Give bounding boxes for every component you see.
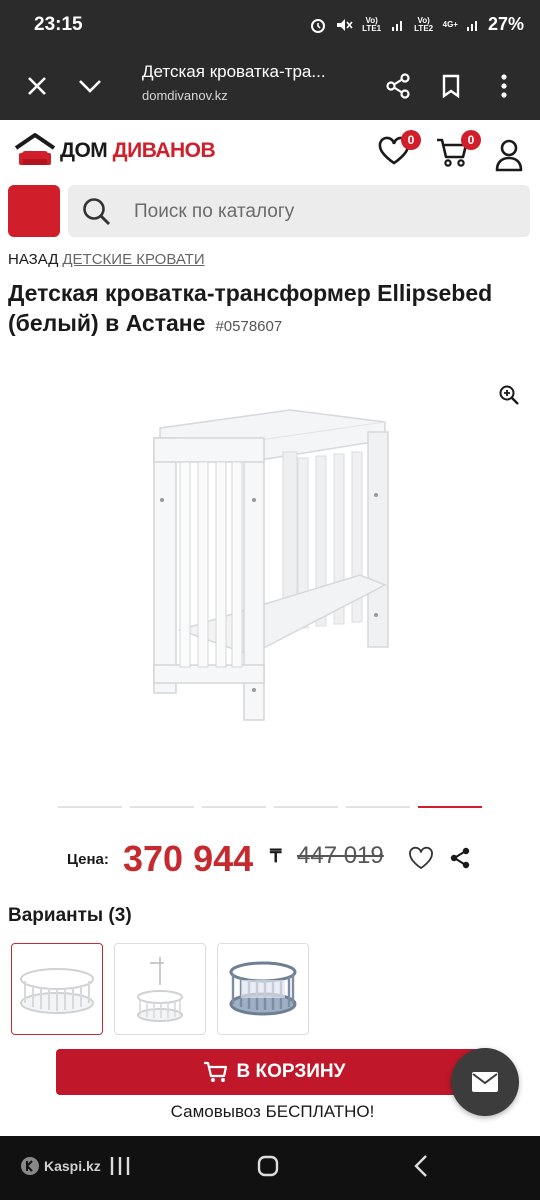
variants-title: Варианты (3): [8, 905, 132, 926]
add-to-cart-button[interactable]: В КОРЗИНУ: [56, 1049, 492, 1095]
zoom-in-icon: [499, 385, 519, 405]
cart-count-badge: 0: [461, 130, 481, 150]
more-vert-icon: [501, 74, 507, 98]
sofa-house-icon: [14, 133, 56, 165]
home-icon: [257, 1155, 279, 1177]
more-options-button[interactable]: [484, 66, 524, 106]
product-sku: #0578607: [215, 318, 283, 335]
sim2-label: Vo) LTE2: [414, 15, 434, 33]
crib-illustration: [153, 409, 389, 721]
site-header: ДОМ ДИВАНОВ 0 0: [0, 120, 540, 182]
price-row: Цена: 370 944 ₸ 447 019: [0, 836, 540, 886]
recent-apps-button[interactable]: [108, 1154, 132, 1183]
breadcrumb-category-link[interactable]: ДЕТСКИЕ КРОВАТИ: [62, 251, 204, 268]
favorites-button[interactable]: 0: [377, 130, 421, 171]
close-tab-button[interactable]: [17, 66, 57, 106]
site-logo[interactable]: ДОМ ДИВАНОВ: [14, 132, 216, 170]
status-time: 23:15: [34, 14, 83, 35]
back-button[interactable]: [410, 1154, 434, 1183]
search-row: Поиск по каталогу: [0, 182, 540, 240]
oval-crib-thumbnail: [20, 968, 94, 1014]
variants-list: [11, 943, 309, 1035]
gallery-dot[interactable]: [346, 806, 410, 808]
user-icon: [495, 139, 523, 172]
bookmark-icon: [442, 74, 460, 98]
status-bar: 23:15 Vo) LTE1 Vo) LTE2 4G+ 27%: [0, 0, 540, 52]
logo-divanov: ДИВАНОВ: [112, 139, 216, 162]
status-icons: Vo) LTE1 Vo) LTE2 4G+ 27%: [309, 14, 524, 35]
sim1-label: Vo) LTE1: [362, 15, 382, 33]
gallery-pagination: [58, 806, 482, 808]
battery-level: 27%: [487, 14, 524, 34]
mute-icon: [336, 18, 353, 31]
account-button[interactable]: [494, 138, 524, 177]
gallery-dot[interactable]: [418, 806, 482, 808]
grey-crib-thumbnail: [229, 961, 297, 1016]
product-image[interactable]: [140, 400, 400, 740]
share-page-button[interactable]: [378, 66, 418, 106]
kaspi-watermark: Kaspi.kz: [20, 1156, 101, 1176]
add-to-cart-label: В КОРЗИНУ: [236, 1061, 346, 1082]
back-icon: [414, 1155, 427, 1177]
collapse-button[interactable]: [70, 66, 110, 106]
logo-text: ДОМ ДИВАНОВ: [60, 139, 216, 163]
price-label: Цена:: [67, 851, 109, 868]
favorites-count-badge: 0: [401, 130, 421, 150]
close-icon: [28, 77, 46, 95]
chat-button[interactable]: [451, 1048, 519, 1116]
search-icon: [82, 197, 112, 232]
price-old: 447 019: [297, 842, 384, 869]
heart-icon: [409, 846, 433, 870]
home-button[interactable]: [256, 1154, 280, 1183]
share-icon: [450, 847, 470, 869]
cart-button[interactable]: 0: [435, 130, 481, 173]
recent-apps-icon: [110, 1157, 130, 1175]
kaspi-logo-icon: [21, 1157, 39, 1175]
product-title: Детская кроватка-трансформер Ellipsebed …: [8, 278, 538, 342]
gallery-dot[interactable]: [202, 806, 266, 808]
canopy-crib-thumbnail: [137, 957, 183, 1022]
price-current: 370 944: [123, 838, 254, 879]
variant-white-oval[interactable]: [11, 943, 103, 1035]
bookmark-button[interactable]: [431, 66, 471, 106]
price-currency: ₸: [270, 846, 282, 866]
gallery-dot[interactable]: [58, 806, 122, 808]
breadcrumb-back-link[interactable]: НАЗАД: [8, 251, 58, 268]
breadcrumb: НАЗАД ДЕТСКИЕ КРОВАТИ: [8, 251, 205, 268]
system-navigation-bar: Kaspi.kz: [0, 1136, 540, 1200]
variant-white-canopy[interactable]: [114, 943, 206, 1035]
logo-dom: ДОМ: [60, 139, 108, 162]
chevron-down-icon: [79, 80, 101, 93]
cart-icon: [203, 1061, 227, 1082]
signal-icon: [466, 20, 477, 31]
add-to-favorites-button[interactable]: [408, 846, 434, 875]
share-product-button[interactable]: [448, 846, 472, 875]
mail-icon: [472, 1072, 498, 1092]
network-label: 4G+: [442, 19, 458, 29]
browser-page-title: Детская кроватка-тра...: [142, 62, 326, 81]
kaspi-label: Kaspi.kz: [44, 1158, 101, 1174]
share-icon: [386, 73, 410, 99]
gallery-dot[interactable]: [130, 806, 194, 808]
alarm-icon: [310, 18, 325, 33]
variant-grey-round[interactable]: [217, 943, 309, 1035]
browser-toolbar: Детская кроватка-тра... domdivanov.kz: [0, 52, 540, 120]
search-input[interactable]: Поиск по каталогу: [68, 185, 530, 237]
gallery-dot[interactable]: [274, 806, 338, 808]
browser-url: domdivanov.kz: [142, 88, 228, 103]
catalog-menu-button[interactable]: [8, 185, 60, 237]
signal-icon: [391, 20, 402, 31]
zoom-in-button[interactable]: [498, 384, 520, 411]
search-placeholder: Поиск по каталогу: [134, 201, 295, 222]
